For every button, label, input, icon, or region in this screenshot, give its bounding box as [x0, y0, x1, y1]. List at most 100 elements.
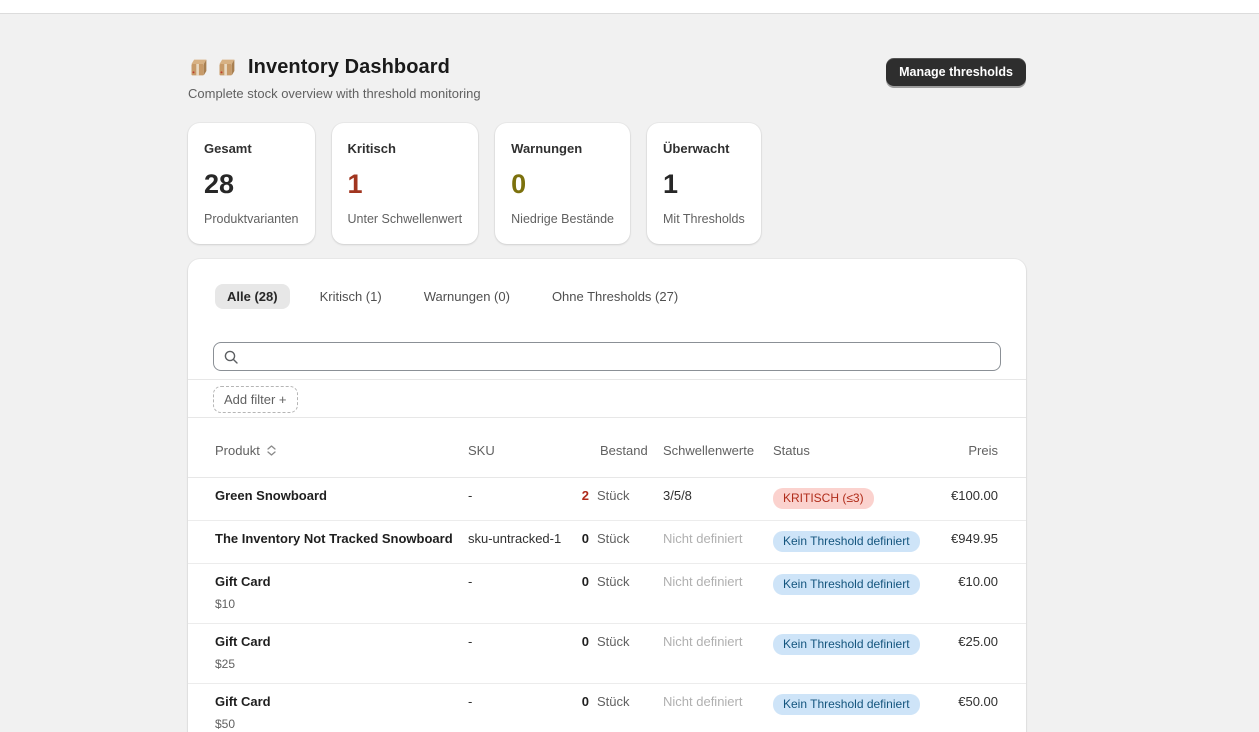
page-title-block: Inventory Dashboard Complete stock overv…: [188, 56, 481, 101]
table-row[interactable]: Gift Card $10 - 0 Stück Nicht definiert …: [188, 564, 1026, 624]
product-cell: Gift Card $50: [215, 694, 468, 732]
tab-warnungen-0-[interactable]: Warnungen (0): [412, 284, 522, 309]
bestand-cell: 0 Stück: [575, 694, 663, 710]
table-body: Green Snowboard - 2 Stück 3/5/8 KRITISCH…: [188, 478, 1026, 732]
page-header: Inventory Dashboard Complete stock overv…: [188, 56, 1026, 101]
bestand-cell: 0 Stück: [575, 531, 663, 547]
product-cell: Gift Card $10: [215, 574, 468, 612]
quantity-value: 0: [575, 531, 589, 547]
stat-card: Warnungen 0 Niedrige Bestände: [495, 123, 630, 244]
stat-value: 1: [348, 168, 463, 200]
table-row[interactable]: The Inventory Not Tracked Snowboard sku-…: [188, 521, 1026, 564]
column-label: Produkt: [215, 443, 260, 458]
sort-icon: [267, 445, 276, 456]
stat-sublabel: Niedrige Bestände: [511, 212, 614, 226]
stat-sublabel: Unter Schwellenwert: [348, 212, 463, 226]
tab-kritisch-1-[interactable]: Kritisch (1): [308, 284, 394, 309]
stat-value: 1: [663, 168, 745, 200]
column-header-bestand: Bestand: [575, 443, 663, 458]
table-row[interactable]: Gift Card $50 - 0 Stück Nicht definiert …: [188, 684, 1026, 732]
quantity-unit: Stück: [597, 531, 630, 547]
page-title: Inventory Dashboard: [248, 56, 450, 79]
thresholds-cell: 3/5/8: [663, 488, 773, 504]
product-variant: $25: [215, 656, 468, 672]
table-row[interactable]: Green Snowboard - 2 Stück 3/5/8 KRITISCH…: [188, 478, 1026, 521]
page-subtitle: Complete stock overview with threshold m…: [188, 86, 481, 101]
sku-cell: -: [468, 488, 575, 504]
status-cell: Kein Threshold definiert: [773, 531, 928, 552]
stat-value: 28: [204, 168, 299, 200]
tab-alle-28-[interactable]: Alle (28): [215, 284, 290, 309]
bestand-cell: 2 Stück: [575, 488, 663, 504]
product-name: Gift Card: [215, 634, 468, 650]
stat-card: Überwacht 1 Mit Thresholds: [647, 123, 761, 244]
stat-label: Überwacht: [663, 141, 745, 156]
status-badge: Kein Threshold definiert: [773, 574, 920, 595]
price-cell: €949.95: [928, 531, 998, 547]
thresholds-cell: Nicht definiert: [663, 531, 773, 547]
status-cell: Kein Threshold definiert: [773, 634, 928, 655]
quantity-unit: Stück: [597, 488, 630, 504]
sku-cell: -: [468, 634, 575, 650]
package-icon: [188, 57, 209, 78]
column-header-sku: SKU: [468, 443, 575, 458]
stat-value: 0: [511, 168, 614, 200]
add-filter-button[interactable]: Add filter +: [213, 386, 298, 413]
sku-cell: -: [468, 694, 575, 710]
stat-sublabel: Mit Thresholds: [663, 212, 745, 226]
filter-row: Add filter +: [188, 380, 1026, 417]
quantity-unit: Stück: [597, 574, 630, 590]
manage-thresholds-button[interactable]: Manage thresholds: [886, 58, 1026, 86]
quantity-value: 0: [575, 634, 589, 650]
price-cell: €100.00: [928, 488, 998, 504]
status-badge: Kein Threshold definiert: [773, 531, 920, 552]
column-header-schwellenwerte: Schwellenwerte: [663, 443, 773, 458]
price-cell: €10.00: [928, 574, 998, 590]
page-content: Inventory Dashboard Complete stock overv…: [188, 56, 1026, 732]
status-badge: Kein Threshold definiert: [773, 634, 920, 655]
column-header-preis: Preis: [928, 443, 998, 458]
product-name: Green Snowboard: [215, 488, 468, 504]
sku-cell: -: [468, 574, 575, 590]
status-cell: KRITISCH (≤3): [773, 488, 928, 509]
tab-ohne-thresholds-27-[interactable]: Ohne Thresholds (27): [540, 284, 690, 309]
thresholds-cell: Nicht definiert: [663, 694, 773, 710]
quantity-unit: Stück: [597, 634, 630, 650]
stat-label: Warnungen: [511, 141, 614, 156]
quantity-value: 0: [575, 694, 589, 710]
bestand-cell: 0 Stück: [575, 574, 663, 590]
thresholds-cell: Nicht definiert: [663, 574, 773, 590]
search-input[interactable]: [214, 343, 1000, 370]
quantity-value: 2: [575, 488, 589, 504]
price-cell: €25.00: [928, 634, 998, 650]
stat-sublabel: Produktvarianten: [204, 212, 299, 226]
table-row[interactable]: Gift Card $25 - 0 Stück Nicht definiert …: [188, 624, 1026, 684]
product-name: The Inventory Not Tracked Snowboard: [215, 531, 468, 547]
stat-card: Kritisch 1 Unter Schwellenwert: [332, 123, 479, 244]
inventory-card: Alle (28) Kritisch (1) Warnungen (0) Ohn…: [188, 259, 1026, 732]
status-badge: KRITISCH (≤3): [773, 488, 874, 509]
status-cell: Kein Threshold definiert: [773, 694, 928, 715]
price-cell: €50.00: [928, 694, 998, 710]
sku-cell: sku-untracked-1: [468, 531, 575, 547]
table-header: Produkt SKU Bestand Schwellenwerte Statu…: [188, 418, 1026, 478]
product-name: Gift Card: [215, 694, 468, 710]
product-cell: Gift Card $25: [215, 634, 468, 672]
search-row: [188, 323, 1026, 379]
product-cell: Green Snowboard: [215, 488, 468, 504]
product-variant: $10: [215, 596, 468, 612]
column-header-status: Status: [773, 443, 928, 458]
product-cell: The Inventory Not Tracked Snowboard: [215, 531, 468, 547]
search-box: [213, 342, 1001, 371]
stat-cards: Gesamt 28 Produktvarianten Kritisch 1 Un…: [188, 123, 1026, 244]
tab-bar: Alle (28) Kritisch (1) Warnungen (0) Ohn…: [188, 259, 1026, 323]
quantity-value: 0: [575, 574, 589, 590]
column-header-produkt[interactable]: Produkt: [215, 443, 468, 458]
top-bar: [0, 0, 1259, 14]
quantity-unit: Stück: [597, 694, 630, 710]
search-icon: [223, 349, 239, 365]
status-badge: Kein Threshold definiert: [773, 694, 920, 715]
thresholds-cell: Nicht definiert: [663, 634, 773, 650]
stat-card: Gesamt 28 Produktvarianten: [188, 123, 315, 244]
stat-label: Kritisch: [348, 141, 463, 156]
